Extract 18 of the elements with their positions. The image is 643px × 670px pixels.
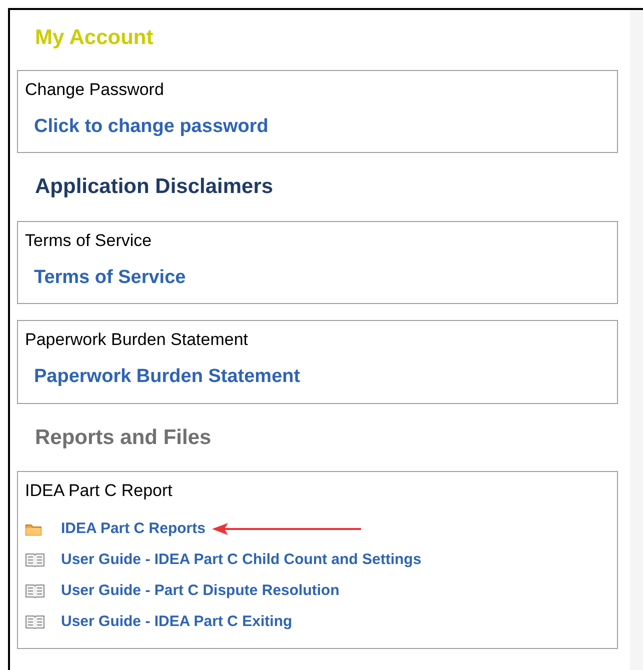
card-title: Change Password xyxy=(25,80,164,98)
link[interactable]: Terms of Service xyxy=(34,264,186,292)
link[interactable]: Click to change password xyxy=(34,112,268,142)
book-icon xyxy=(25,615,45,629)
link[interactable]: IDEA Part C Reports xyxy=(61,518,206,540)
card-title: Paperwork Burden Statement xyxy=(25,330,248,349)
section-heading: Application Disclaimers xyxy=(35,175,274,198)
link[interactable]: User Guide - IDEA Part C Child Count and Settings xyxy=(61,548,422,572)
section-heading: Reports and Files xyxy=(35,426,212,448)
link[interactable]: Paperwork Burden Statement xyxy=(34,363,300,392)
book-icon xyxy=(25,584,45,598)
book-icon xyxy=(25,553,45,567)
link[interactable]: User Guide - Part C Dispute Resolution xyxy=(61,580,340,602)
card-title: Terms of Service xyxy=(25,230,152,250)
link[interactable]: User Guide - IDEA Part C Exiting xyxy=(61,610,292,634)
section-heading: My Account xyxy=(35,26,154,49)
folder-icon xyxy=(25,522,42,536)
card-title: IDEA Part C Report xyxy=(25,481,172,500)
